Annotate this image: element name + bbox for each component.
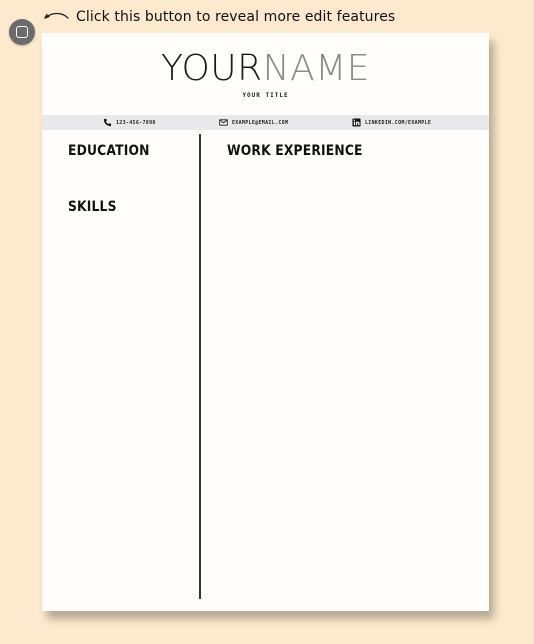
hint-text: Click this button to reveal more edit fe… xyxy=(76,9,396,25)
edit-features-button[interactable] xyxy=(9,19,35,45)
education-heading[interactable]: EDUCATION xyxy=(68,143,150,159)
skills-heading[interactable]: SKILLS xyxy=(68,199,117,215)
work-experience-heading[interactable]: WORK EXPERIENCE xyxy=(227,143,363,159)
phone-icon xyxy=(103,118,112,127)
contact-linkedin[interactable]: LINKEDIN.COM/EXAMPLE xyxy=(352,115,431,130)
edit-hint: Click this button to reveal more edit fe… xyxy=(42,7,395,27)
contact-bar: 123-456-7890 EXAMPLE@EMAIL.COM LINKEDIN.… xyxy=(42,115,489,130)
column-divider xyxy=(199,134,201,599)
linkedin-text[interactable]: LINKEDIN.COM/EXAMPLE xyxy=(365,120,431,126)
name-first[interactable]: YOUR xyxy=(161,48,263,89)
phone-text[interactable]: 123-456-7890 xyxy=(116,120,156,126)
name-last[interactable]: NAME xyxy=(263,48,370,89)
contact-phone[interactable]: 123-456-7890 xyxy=(103,115,156,130)
email-text[interactable]: EXAMPLE@EMAIL.COM xyxy=(232,120,288,126)
resume-name[interactable]: YOURNAME xyxy=(42,47,489,91)
square-icon xyxy=(16,26,28,38)
contact-email[interactable]: EXAMPLE@EMAIL.COM xyxy=(219,115,288,130)
resume-page[interactable]: YOURNAME YOUR TITLE 123-456-7890 EXAMPLE… xyxy=(42,33,489,611)
curved-arrow-left-icon xyxy=(44,12,69,19)
envelope-icon xyxy=(219,119,228,126)
resume-title[interactable]: YOUR TITLE xyxy=(42,92,489,99)
linkedin-icon xyxy=(352,118,361,127)
